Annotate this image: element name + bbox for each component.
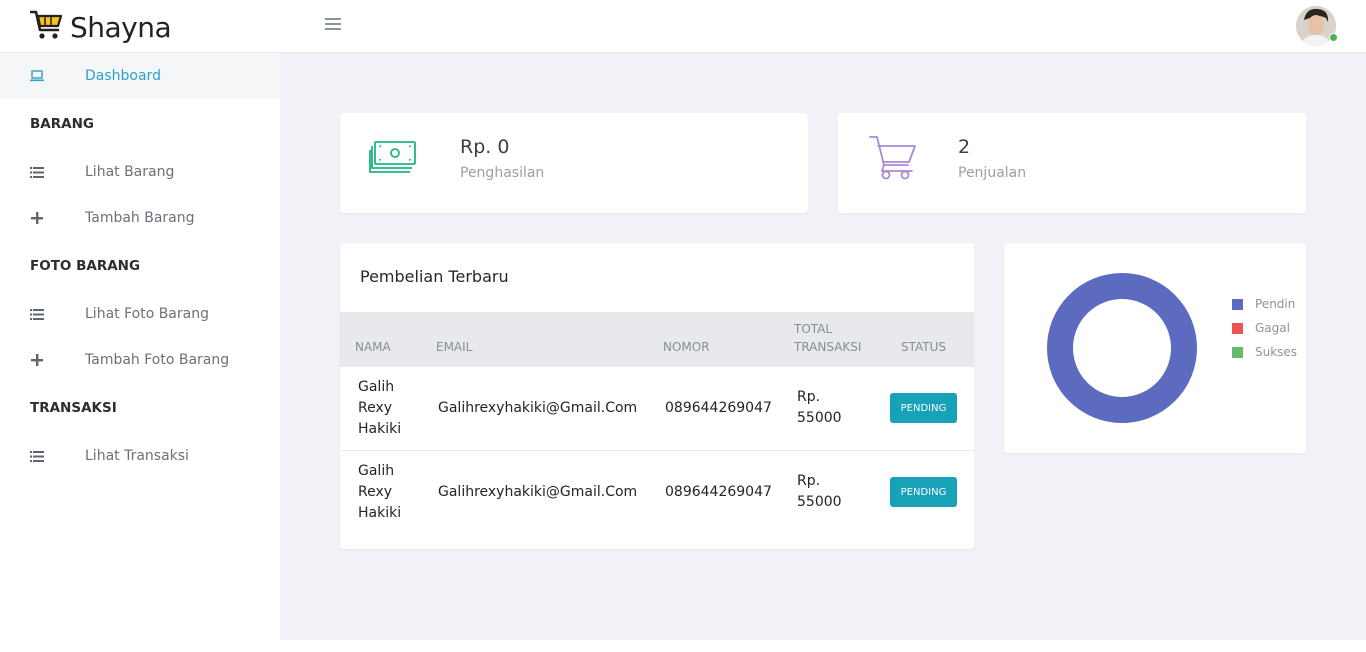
plus-icon: [30, 211, 44, 225]
table-title: Pembelian Terbaru: [360, 267, 509, 286]
cell-nama: Galih Rexy Hakiki: [358, 377, 401, 440]
hamburger-icon-line: [325, 28, 341, 30]
sidebar: Dashboard BARANG Lihat Barang Tambah Bar…: [0, 53, 280, 652]
brand-logo[interactable]: Shayna: [29, 9, 172, 45]
footer: [280, 640, 1366, 652]
legend-label: Gagal: [1255, 321, 1290, 335]
sidebar-item-label: Lihat Barang: [85, 164, 175, 180]
donut-slice-pendin[interactable]: [1047, 273, 1197, 423]
list-icon: [30, 449, 44, 463]
sidebar-item-label: Tambah Barang: [85, 210, 195, 226]
table-row: Galih Rexy Hakiki Galihrexyhakiki@Gmail.…: [340, 451, 974, 535]
column-header-total-line2: TRANSAKSI: [794, 340, 862, 354]
name-line: Galih: [358, 379, 395, 395]
name-line: Rexy: [358, 484, 393, 500]
money-icon: [369, 139, 417, 179]
cart-icon: [868, 135, 918, 185]
sales-label: Penjualan: [958, 165, 1027, 181]
sidebar-item-tambah-foto-barang[interactable]: Tambah Foto Barang: [0, 337, 280, 383]
table-header: NAMA EMAIL NOMOR TOTAL TRANSAKSI STATUS: [340, 312, 974, 367]
online-status-dot: [1329, 33, 1338, 42]
legend-item-sukses[interactable]: Sukses: [1232, 345, 1297, 359]
shopping-cart-logo-icon: [29, 9, 64, 45]
legend-item-pendin[interactable]: Pendin: [1232, 297, 1295, 311]
total-amount: 55000: [797, 494, 842, 510]
sidebar-item-dashboard[interactable]: Dashboard: [0, 53, 280, 99]
column-header-total-line1: TOTAL: [794, 322, 833, 336]
table-row: Galih Rexy Hakiki Galihrexyhakiki@Gmail.…: [340, 367, 974, 451]
menu-toggle-button[interactable]: [325, 18, 341, 32]
status-badge[interactable]: PENDING: [890, 477, 957, 507]
recent-purchases-card: Pembelian Terbaru NAMA EMAIL NOMOR TOTAL…: [340, 243, 974, 549]
name-line: Rexy: [358, 400, 393, 416]
income-stat-card: Rp. 0 Penghasilan: [340, 113, 808, 213]
status-donut-card: Pendin Gagal Sukses: [1004, 243, 1306, 453]
sales-value: 2: [958, 136, 971, 158]
cell-total: Rp. 55000: [797, 471, 842, 513]
total-currency: Rp.: [797, 473, 821, 489]
section-heading-barang: BARANG: [30, 116, 94, 132]
legend-swatch: [1232, 346, 1243, 358]
cell-total: Rp. 55000: [797, 387, 842, 429]
legend-swatch: [1232, 298, 1243, 310]
plus-icon: [30, 353, 44, 367]
sidebar-item-label: Lihat Transaksi: [85, 448, 189, 464]
list-icon: [30, 307, 44, 321]
section-heading-foto-barang: FOTO BARANG: [30, 258, 141, 274]
legend-item-gagal[interactable]: Gagal: [1232, 321, 1290, 335]
brand-name: Shayna: [70, 10, 172, 44]
income-label: Penghasilan: [460, 165, 545, 181]
legend-label: Pendin: [1255, 297, 1296, 311]
sidebar-item-lihat-foto-barang[interactable]: Lihat Foto Barang: [0, 291, 280, 337]
name-line: Galih: [358, 463, 395, 479]
income-value: Rp. 0: [460, 136, 510, 158]
sidebar-item-label: Lihat Foto Barang: [85, 306, 209, 322]
sidebar-item-lihat-barang[interactable]: Lihat Barang: [0, 149, 280, 195]
donut-chart: [1047, 273, 1197, 423]
status-badge[interactable]: PENDING: [890, 393, 957, 423]
list-icon: [30, 165, 44, 179]
sales-stat-card: 2 Penjualan: [838, 113, 1306, 213]
cell-email: Galihrexyhakiki@Gmail.Com: [438, 484, 638, 500]
total-currency: Rp.: [797, 389, 821, 405]
total-amount: 55000: [797, 410, 842, 426]
cell-email: Galihrexyhakiki@Gmail.Com: [438, 400, 638, 416]
legend-swatch: [1232, 322, 1243, 334]
name-line: Hakiki: [358, 421, 402, 437]
hamburger-icon-line: [325, 23, 341, 25]
laptop-icon: [30, 69, 44, 83]
column-header-nomor: NOMOR: [663, 340, 710, 354]
sidebar-item-lihat-transaksi[interactable]: Lihat Transaksi: [0, 433, 280, 479]
column-header-email: EMAIL: [436, 340, 473, 354]
section-heading-transaksi: TRANSAKSI: [30, 400, 117, 416]
cell-nama: Galih Rexy Hakiki: [358, 461, 401, 524]
name-line: Hakiki: [358, 505, 402, 521]
hamburger-icon-line: [325, 18, 341, 20]
legend-label: Sukses: [1255, 345, 1298, 359]
column-header-status: STATUS: [901, 340, 947, 354]
cell-nomor: 089644269047: [665, 400, 772, 416]
cell-nomor: 089644269047: [665, 484, 772, 500]
column-header-nama: NAMA: [355, 340, 391, 354]
sidebar-item-label: Dashboard: [85, 68, 161, 84]
top-navbar: Shayna: [0, 0, 1366, 53]
sidebar-item-tambah-barang[interactable]: Tambah Barang: [0, 195, 280, 241]
sidebar-item-label: Tambah Foto Barang: [85, 352, 230, 368]
